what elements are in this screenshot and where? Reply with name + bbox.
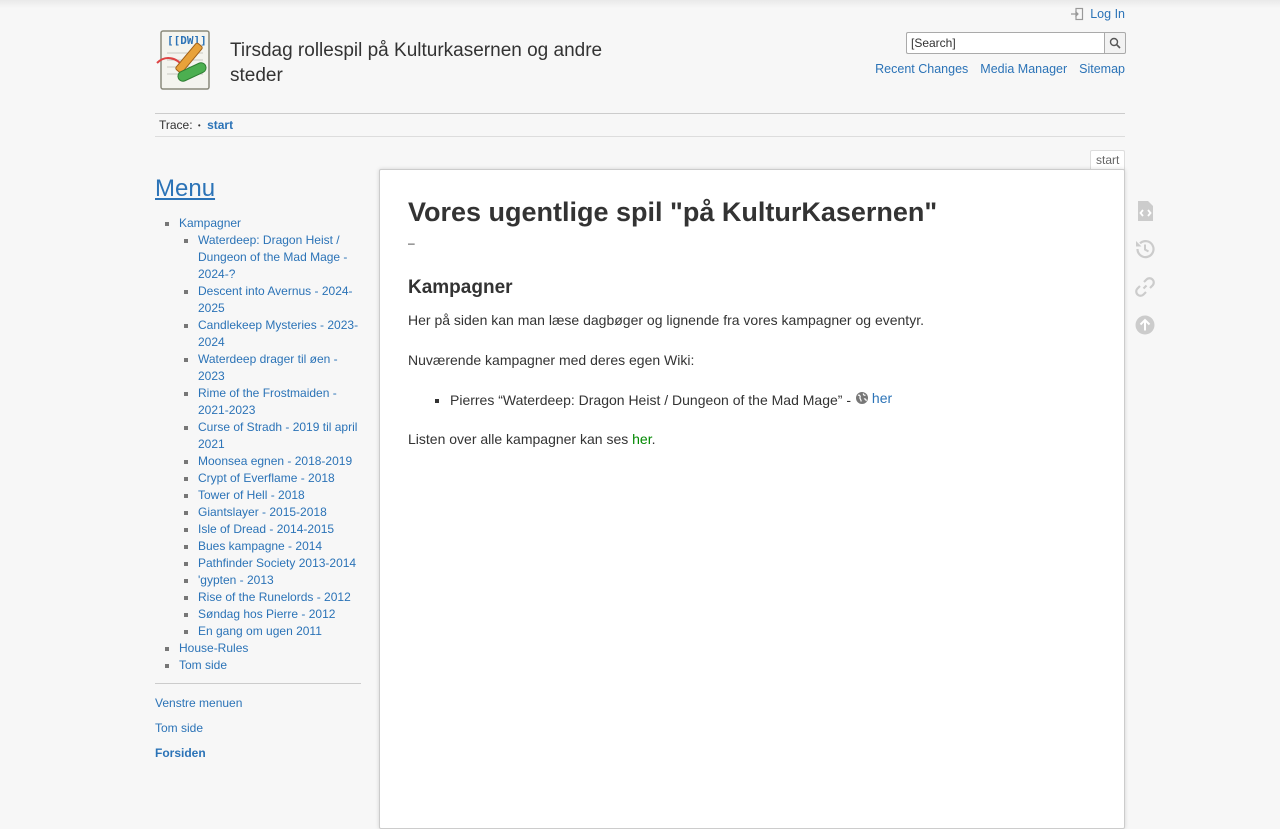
login-link[interactable]: Log In	[1070, 7, 1125, 21]
list-item: Rise of the Runelords - 2012	[198, 589, 361, 606]
list-item: 'gypten - 2013	[198, 572, 361, 589]
page-tools	[1131, 197, 1159, 349]
breadcrumb-label: Trace:	[159, 118, 193, 132]
sidebar-link[interactable]: Moonsea egnen - 2018-2019	[198, 454, 352, 468]
list-item: Rime of the Frostmaiden - 2021-2023	[198, 385, 361, 419]
login-label: Log In	[1090, 7, 1125, 21]
list-item: Candlekeep Mysteries - 2023-2024	[198, 317, 361, 351]
sidebar: Menu Kampagner Waterdeep: Dragon Heist /…	[155, 172, 361, 770]
campaign-text: Pierres “Waterdeep: Dragon Heist / Dunge…	[450, 392, 852, 408]
sidebar-link[interactable]: Bues kampagne - 2014	[198, 539, 322, 553]
list-item: Waterdeep drager til øen - 2023	[198, 351, 361, 385]
sidebar-link[interactable]: Descent into Avernus - 2024-2025	[198, 284, 353, 315]
sidebar-divider	[155, 683, 361, 684]
all-campaigns-label: Listen over alle kampagner kan ses	[408, 431, 629, 447]
list-item: Pathfinder Society 2013-2014	[198, 555, 361, 572]
sidebar-menu: Kampagner Waterdeep: Dragon Heist / Dung…	[155, 215, 361, 674]
old-revisions-button[interactable]	[1131, 235, 1159, 263]
list-item: Søndag hos Pierre - 2012	[198, 606, 361, 623]
sidebar-link[interactable]: En gang om ugen 2011	[198, 624, 322, 638]
search-form	[906, 32, 1126, 54]
list-item: Curse of Stradh - 2019 til april 2021	[198, 419, 361, 453]
sidebar-item-kampagner: Kampagner Waterdeep: Dragon Heist / Dung…	[179, 215, 361, 640]
sidebar-link[interactable]: Tom side	[179, 658, 227, 672]
search-icon	[1109, 37, 1121, 49]
sidebar-submenu: Waterdeep: Dragon Heist / Dungeon of the…	[179, 232, 361, 640]
current-campaigns-label: Nuværende kampagner med deres egen Wiki:	[408, 352, 695, 368]
section-title: Kampagner	[408, 277, 513, 298]
sidebar-link[interactable]: Pathfinder Society 2013-2014	[198, 556, 356, 570]
tom-side-link[interactable]: Tom side	[155, 721, 203, 735]
sidebar-link[interactable]: Candlekeep Mysteries - 2023-2024	[198, 318, 358, 349]
list-item: Pierres “Waterdeep: Dragon Heist / Dunge…	[450, 388, 1096, 410]
backlinks-icon	[1135, 277, 1155, 297]
page-id-tab: start	[1090, 150, 1126, 170]
list-item: Moonsea egnen - 2018-2019	[198, 453, 361, 470]
list-item: Bues kampagne - 2014	[198, 538, 361, 555]
list-item: Crypt of Everflame - 2018	[198, 470, 361, 487]
page-content: Vores ugentlige spil "på KulturKasernen"…	[379, 169, 1125, 829]
sidebar-link[interactable]: Tower of Hell - 2018	[198, 488, 305, 502]
back-to-top-icon	[1135, 315, 1155, 335]
sidebar-item-tom-side: Tom side	[179, 657, 361, 674]
intro-text: Her på siden kan man læse dagbøger og li…	[408, 312, 924, 328]
external-link-label: her	[871, 390, 893, 406]
login-icon	[1071, 7, 1084, 21]
page-title: Vores ugentlige spil "på KulturKasernen"	[408, 197, 938, 227]
all-campaigns-link[interactable]: her	[632, 431, 651, 447]
sentence-end: .	[651, 431, 656, 447]
list-item: Waterdeep: Dragon Heist / Dungeon of the…	[198, 232, 361, 283]
search-input[interactable]	[906, 32, 1104, 54]
sidebar-link[interactable]: Waterdeep drager til øen - 2023	[198, 352, 338, 383]
old-revisions-icon	[1136, 240, 1155, 259]
list-item: Descent into Avernus - 2024-2025	[198, 283, 361, 317]
sidebar-link[interactable]: Giantslayer - 2015-2018	[198, 505, 327, 519]
venstre-menuen-link[interactable]: Venstre menuen	[155, 696, 242, 710]
list-item: En gang om ugen 2011	[198, 623, 361, 640]
sitemap-link[interactable]: Sitemap	[1079, 62, 1125, 76]
sidebar-bottom-links: Venstre menuen Tom side Forsiden	[155, 695, 361, 762]
dash-text: –	[408, 236, 415, 250]
breadcrumb: Trace: • start	[155, 113, 1125, 137]
all-campaigns-text: Listen over alle kampagner kan ses her.	[408, 429, 1096, 449]
sidebar-link[interactable]: House-Rules	[179, 641, 248, 655]
list-item: Giantslayer - 2015-2018	[198, 504, 361, 521]
sidebar-link[interactable]: Curse of Stradh - 2019 til april 2021	[198, 420, 357, 451]
globe-icon	[855, 392, 868, 404]
search-button[interactable]	[1104, 32, 1126, 54]
list-item: Isle of Dread - 2014-2015	[198, 521, 361, 538]
site-tools: Recent Changes Media Manager Sitemap	[875, 62, 1125, 76]
sidebar-link[interactable]: 'gypten - 2013	[198, 573, 274, 587]
show-source-icon	[1138, 201, 1153, 221]
site-title[interactable]: Tirsdag rollespil på Kulturkasernen og a…	[230, 38, 650, 88]
backlinks-button[interactable]	[1131, 273, 1159, 301]
forsiden-link[interactable]: Forsiden	[155, 746, 206, 760]
sidebar-title[interactable]: Menu	[155, 172, 361, 206]
breadcrumb-separator: •	[197, 120, 201, 130]
sidebar-link[interactable]: Isle of Dread - 2014-2015	[198, 522, 334, 536]
breadcrumb-current[interactable]: start	[207, 118, 233, 132]
show-source-button[interactable]	[1131, 197, 1159, 225]
sidebar-link[interactable]: Søndag hos Pierre - 2012	[198, 607, 335, 621]
back-to-top-button[interactable]	[1131, 311, 1159, 339]
current-campaigns-list: Pierres “Waterdeep: Dragon Heist / Dunge…	[408, 388, 1096, 410]
sidebar-item-house-rules: House-Rules	[179, 640, 361, 657]
sidebar-link[interactable]: Rise of the Runelords - 2012	[198, 590, 351, 604]
recent-changes-link[interactable]: Recent Changes	[875, 62, 968, 76]
dokuwiki-logo[interactable]: [[DW]]	[155, 27, 221, 93]
external-link[interactable]: her	[855, 388, 892, 408]
sidebar-link[interactable]: Crypt of Everflame - 2018	[198, 471, 335, 485]
sidebar-link[interactable]: Waterdeep: Dragon Heist / Dungeon of the…	[198, 233, 347, 281]
sidebar-link[interactable]: Kampagner	[179, 216, 241, 230]
media-manager-link[interactable]: Media Manager	[980, 62, 1067, 76]
sidebar-link[interactable]: Rime of the Frostmaiden - 2021-2023	[198, 386, 337, 417]
list-item: Tower of Hell - 2018	[198, 487, 361, 504]
